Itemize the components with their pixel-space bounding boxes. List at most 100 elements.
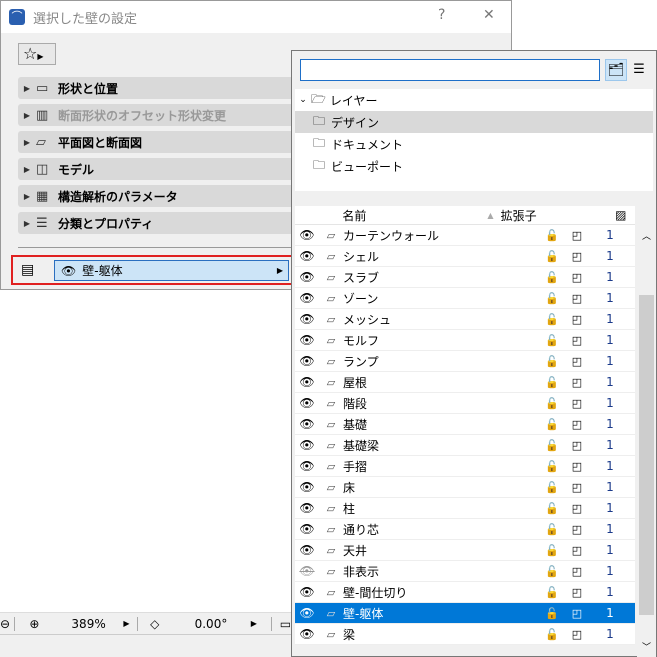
panel-5[interactable]: ▶ ☰ 分類とプロパティ xyxy=(18,212,298,234)
table-row[interactable]: 👁 ▱ 基礎 🔓 ◰ 1 xyxy=(295,414,635,435)
layer-selector[interactable]: ▤ 👁 壁-躯体 ▶ xyxy=(11,255,293,285)
angle-menu-arrow[interactable]: ▶ xyxy=(251,619,271,628)
unlock-icon[interactable]: 🔓 xyxy=(513,292,559,305)
unlock-icon[interactable]: 🔓 xyxy=(513,628,559,641)
table-row[interactable]: 👁 ▱ モルフ 🔓 ◰ 1 xyxy=(295,330,635,351)
eye-icon[interactable]: 👁 xyxy=(295,249,319,263)
unlock-icon[interactable]: 🔓 xyxy=(513,481,559,494)
unlock-icon[interactable]: 🔓 xyxy=(513,334,559,347)
tree-view-button[interactable]: 🗂 xyxy=(605,59,627,81)
wireframe-icon[interactable]: ◰ xyxy=(559,628,595,641)
unlock-icon[interactable]: 🔓 xyxy=(513,229,559,242)
unlock-icon[interactable]: 🔓 xyxy=(513,355,559,368)
eye-icon[interactable]: 👁 xyxy=(295,522,319,536)
help-button[interactable]: ? xyxy=(438,7,445,23)
layer-field[interactable]: 👁 壁-躯体 ▶ xyxy=(54,260,289,281)
table-row[interactable]: 👁 ▱ メッシュ 🔓 ◰ 1 xyxy=(295,309,635,330)
eye-icon[interactable]: 👁 xyxy=(295,312,319,326)
eye-icon[interactable]: 👁 xyxy=(295,606,319,620)
unlock-icon[interactable]: 🔓 xyxy=(513,565,559,578)
table-row[interactable]: 👁 ▱ カーテンウォール 🔓 ◰ 1 xyxy=(295,225,635,246)
table-row[interactable]: 👁 ▱ スラブ 🔓 ◰ 1 xyxy=(295,267,635,288)
wireframe-icon[interactable]: ◰ xyxy=(559,313,595,326)
zoom-fit-icon[interactable]: ⊕ xyxy=(13,616,54,631)
tree-folder[interactable]: 🗀 デザイン xyxy=(295,111,653,133)
wireframe-icon[interactable]: ◰ xyxy=(559,355,595,368)
list-view-button[interactable]: ☰ xyxy=(628,59,650,81)
eye-icon[interactable]: 👁 xyxy=(295,543,319,557)
ext-column-header[interactable]: 拡張子 xyxy=(501,207,545,224)
ruler-icon[interactable]: ▭ xyxy=(270,616,291,631)
eye-icon[interactable]: 👁 xyxy=(295,354,319,368)
table-row[interactable]: 👁 ▱ ゾーン 🔓 ◰ 1 xyxy=(295,288,635,309)
wireframe-icon[interactable]: ◰ xyxy=(559,439,595,452)
eye-icon[interactable]: 👁 xyxy=(295,627,319,641)
eye-icon[interactable]: 👁 xyxy=(295,333,319,347)
scroll-down-icon[interactable]: ﹀ xyxy=(637,640,656,653)
eye-icon[interactable]: 👁 xyxy=(295,396,319,410)
wireframe-icon[interactable]: ◰ xyxy=(559,544,595,557)
wireframe-icon[interactable]: ◰ xyxy=(559,460,595,473)
scrollbar[interactable]: ︿ ﹀ xyxy=(637,225,656,657)
unlock-icon[interactable]: 🔓 xyxy=(513,523,559,536)
wireframe-icon[interactable]: ◰ xyxy=(559,565,595,578)
rotate-icon[interactable]: ◇ xyxy=(137,616,171,631)
unlock-icon[interactable]: 🔓 xyxy=(513,250,559,263)
panel-1[interactable]: ▶ ▥ 断面形状のオフセット形状変更 xyxy=(18,104,298,126)
unlock-icon[interactable]: 🔓 xyxy=(513,586,559,599)
table-row[interactable]: 👁 ▱ 壁-躯体 🔓 ◰ 1 xyxy=(295,603,635,624)
tree-folder[interactable]: 🗀 ドキュメント xyxy=(295,133,653,155)
eye-icon[interactable]: 👁 xyxy=(295,501,319,515)
wireframe-icon[interactable]: ◰ xyxy=(559,397,595,410)
zoom-menu-arrow[interactable]: ▶ xyxy=(123,619,137,628)
zoom-value[interactable]: 389% xyxy=(54,617,124,631)
wireframe-icon[interactable]: ◰ xyxy=(559,418,595,431)
eye-icon[interactable]: 👁 xyxy=(295,270,319,284)
eye-icon[interactable]: 👁 xyxy=(295,480,319,494)
wireframe-icon[interactable]: ◰ xyxy=(559,250,595,263)
pen-column-icon[interactable]: ▨ xyxy=(607,208,635,222)
tree-folder[interactable]: 🗀 ビューポート xyxy=(295,155,653,177)
angle-value[interactable]: 0.00° xyxy=(171,617,251,631)
eye-icon[interactable]: 👁 xyxy=(295,417,319,431)
chevron-down-icon[interactable]: ⌄ xyxy=(295,95,311,105)
close-button[interactable]: ✕ xyxy=(483,7,495,23)
eye-icon[interactable]: 👁 xyxy=(295,291,319,305)
unlock-icon[interactable]: 🔓 xyxy=(513,502,559,515)
wireframe-icon[interactable]: ◰ xyxy=(559,586,595,599)
unlock-icon[interactable]: 🔓 xyxy=(513,271,559,284)
eye-icon[interactable]: 👁 xyxy=(295,375,319,389)
wireframe-icon[interactable]: ◰ xyxy=(559,376,595,389)
wireframe-icon[interactable]: ◰ xyxy=(559,523,595,536)
wireframe-icon[interactable]: ◰ xyxy=(559,607,595,620)
scroll-thumb[interactable] xyxy=(639,295,654,615)
panel-2[interactable]: ▶ ▱ 平面図と断面図 xyxy=(18,131,298,153)
wireframe-icon[interactable]: ◰ xyxy=(559,271,595,284)
table-row[interactable]: 👁 ▱ 通り芯 🔓 ◰ 1 xyxy=(295,519,635,540)
favorites-button[interactable]: ☆▶ xyxy=(18,43,56,65)
eye-hidden-icon[interactable]: 👁 xyxy=(295,564,319,578)
table-row[interactable]: 👁 ▱ 床 🔓 ◰ 1 xyxy=(295,477,635,498)
wireframe-icon[interactable]: ◰ xyxy=(559,502,595,515)
eye-icon[interactable]: 👁 xyxy=(295,438,319,452)
zoom-out-icon[interactable]: ⊖ xyxy=(0,617,14,631)
table-row[interactable]: 👁 ▱ 屋根 🔓 ◰ 1 xyxy=(295,372,635,393)
table-row[interactable]: 👁 ▱ 基礎梁 🔓 ◰ 1 xyxy=(295,435,635,456)
unlock-icon[interactable]: 🔓 xyxy=(513,439,559,452)
table-row[interactable]: 👁 ▱ 梁 🔓 ◰ 1 xyxy=(295,624,635,645)
unlock-icon[interactable]: 🔓 xyxy=(513,397,559,410)
eye-icon[interactable]: 👁 xyxy=(295,585,319,599)
tree-root[interactable]: ⌄ 🗁 レイヤー xyxy=(295,89,653,111)
unlock-icon[interactable]: 🔓 xyxy=(513,607,559,620)
name-column-header[interactable]: 名前 xyxy=(340,207,501,224)
unlock-icon[interactable]: 🔓 xyxy=(513,418,559,431)
unlock-icon[interactable]: 🔓 xyxy=(513,376,559,389)
panel-0[interactable]: ▶ ▭ 形状と位置 xyxy=(18,77,298,99)
wireframe-icon[interactable]: ◰ xyxy=(559,481,595,494)
table-row[interactable]: 👁 ▱ ランプ 🔓 ◰ 1 xyxy=(295,351,635,372)
table-row[interactable]: 👁 ▱ 階段 🔓 ◰ 1 xyxy=(295,393,635,414)
scroll-up-icon[interactable]: ︿ xyxy=(637,225,656,242)
eye-icon[interactable]: 👁 xyxy=(295,228,319,242)
wireframe-icon[interactable]: ◰ xyxy=(559,334,595,347)
search-input[interactable] xyxy=(300,59,600,81)
